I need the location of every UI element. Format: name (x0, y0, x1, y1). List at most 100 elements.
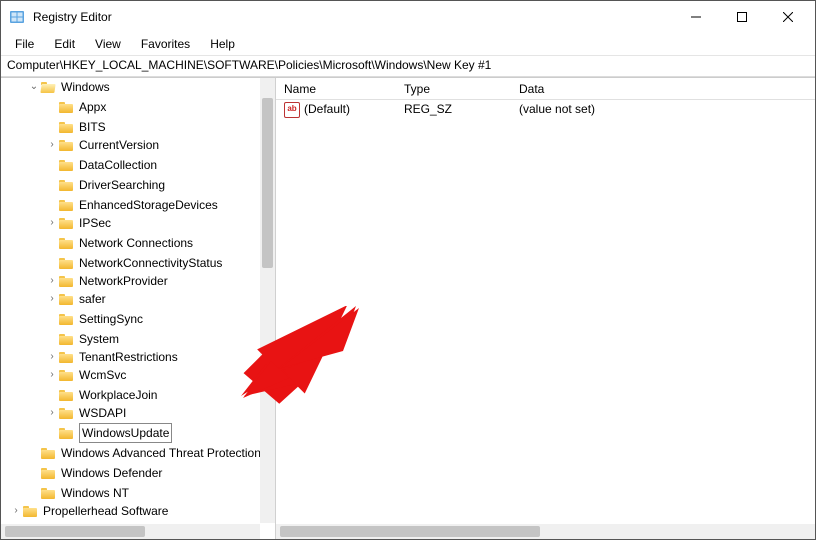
column-header-data[interactable]: Data (515, 82, 815, 96)
scrollbar-thumb[interactable] (5, 526, 145, 537)
menu-favorites[interactable]: Favorites (133, 35, 198, 53)
menu-edit[interactable]: Edit (46, 35, 83, 53)
chevron-right-icon[interactable]: › (45, 290, 59, 308)
tree-node[interactable]: Network Connections (45, 234, 193, 252)
tree-vertical-scrollbar[interactable] (260, 78, 275, 523)
close-button[interactable] (765, 1, 811, 33)
tree-label: TenantRestrictions (79, 348, 178, 366)
chevron-right-icon[interactable]: › (45, 214, 59, 232)
folder-icon (59, 332, 75, 346)
folder-icon (59, 350, 75, 364)
tree-node[interactable]: Windows Advanced Threat Protection (27, 444, 261, 462)
chevron-right-icon[interactable]: › (9, 502, 23, 520)
chevron-right-icon[interactable]: › (9, 520, 23, 523)
folder-icon (59, 158, 75, 172)
value-data: (value not set) (515, 102, 815, 116)
folder-icon (59, 178, 75, 192)
menu-file[interactable]: File (7, 35, 42, 53)
column-header-name[interactable]: Name (280, 82, 400, 96)
tree-node[interactable]: DataCollection (45, 156, 157, 174)
tree-node[interactable]: WindowsUpdate (45, 424, 172, 442)
tree-pane: ⌄ Windows Appx BITS › CurrentVersion Dat… (1, 78, 276, 539)
tree-label: EnhancedStorageDevices (79, 196, 218, 214)
list-pane: Name Type Data (Default) REG_SZ (value n… (276, 78, 815, 539)
tree-node[interactable]: BITS (45, 118, 106, 136)
tree-label: BITS (79, 118, 106, 136)
tree-label: Network Connections (79, 234, 193, 252)
tree-label: Windows Advanced Threat Protection (61, 444, 261, 462)
folder-icon (59, 256, 75, 270)
folder-icon (59, 388, 75, 402)
tree-label: System (79, 330, 119, 348)
folder-icon (59, 100, 75, 114)
tree-node[interactable]: › WSDAPI (45, 404, 126, 422)
tree-node[interactable]: EnhancedStorageDevices (45, 196, 218, 214)
tree-label: NetworkProvider (79, 272, 168, 290)
registry-tree[interactable]: ⌄ Windows Appx BITS › CurrentVersion Dat… (1, 78, 275, 523)
folder-icon (59, 274, 75, 288)
chevron-right-icon[interactable]: › (45, 348, 59, 366)
folder-icon (23, 504, 39, 518)
body: ⌄ Windows Appx BITS › CurrentVersion Dat… (1, 77, 815, 539)
tree-node[interactable]: Windows Defender (27, 464, 162, 482)
tree-node[interactable]: SettingSync (45, 310, 143, 328)
tree-node[interactable]: › Propellerhead Software (9, 502, 168, 520)
chevron-down-icon[interactable]: ⌄ (27, 78, 41, 96)
folder-icon (59, 426, 75, 440)
folder-icon (59, 406, 75, 420)
scrollbar-thumb[interactable] (262, 98, 273, 268)
list-horizontal-scrollbar[interactable] (276, 524, 815, 539)
tree-label: Propellerhead Software (43, 502, 168, 520)
registry-editor-window: Registry Editor File Edit View Favorites… (0, 0, 816, 540)
tree-label: Python (43, 520, 80, 523)
value-type: REG_SZ (400, 102, 515, 116)
tree-node[interactable]: › safer (45, 290, 106, 308)
tree-node[interactable]: DriverSearching (45, 176, 165, 194)
menu-help[interactable]: Help (202, 35, 243, 53)
folder-icon (41, 80, 57, 94)
list-header: Name Type Data (276, 78, 815, 100)
folder-icon (59, 120, 75, 134)
tree-node[interactable]: › WcmSvc (45, 366, 126, 384)
tree-node[interactable]: System (45, 330, 119, 348)
window-controls (673, 1, 811, 33)
chevron-right-icon[interactable]: › (45, 366, 59, 384)
tree-horizontal-scrollbar[interactable] (1, 524, 260, 539)
titlebar[interactable]: Registry Editor (1, 1, 815, 33)
column-header-type[interactable]: Type (400, 82, 515, 96)
folder-icon (23, 522, 39, 523)
address-bar[interactable]: Computer\HKEY_LOCAL_MACHINE\SOFTWARE\Pol… (1, 55, 815, 77)
chevron-right-icon[interactable]: › (45, 136, 59, 154)
chevron-right-icon[interactable]: › (45, 272, 59, 290)
menubar: File Edit View Favorites Help (1, 33, 815, 55)
tree-label: DriverSearching (79, 176, 165, 194)
folder-icon (41, 446, 57, 460)
tree-node[interactable]: Appx (45, 98, 106, 116)
tree-rename-input[interactable]: WindowsUpdate (79, 423, 172, 443)
menu-view[interactable]: View (87, 35, 129, 53)
tree-node[interactable]: › CurrentVersion (45, 136, 159, 154)
maximize-button[interactable] (719, 1, 765, 33)
minimize-button[interactable] (673, 1, 719, 33)
tree-node[interactable]: › Python (9, 520, 80, 523)
tree-label: WorkplaceJoin (79, 386, 157, 404)
tree-node[interactable]: WorkplaceJoin (45, 386, 157, 404)
chevron-right-icon[interactable]: › (45, 404, 59, 422)
folder-icon (41, 486, 57, 500)
tree-label: CurrentVersion (79, 136, 159, 154)
tree-label: safer (79, 290, 106, 308)
list-body[interactable]: (Default) REG_SZ (value not set) (276, 100, 815, 539)
window-title: Registry Editor (33, 10, 112, 24)
tree-node[interactable]: Windows NT (27, 484, 129, 502)
tree-label: Windows NT (61, 484, 129, 502)
tree-node[interactable]: › IPSec (45, 214, 111, 232)
list-row[interactable]: (Default) REG_SZ (value not set) (276, 100, 815, 118)
tree-label: Windows (61, 78, 110, 96)
folder-icon (59, 312, 75, 326)
tree-node[interactable]: NetworkConnectivityStatus (45, 254, 222, 272)
tree-label: Appx (79, 98, 106, 116)
tree-node[interactable]: › TenantRestrictions (45, 348, 178, 366)
scrollbar-thumb[interactable] (280, 526, 540, 537)
tree-node[interactable]: › NetworkProvider (45, 272, 168, 290)
tree-node-windows[interactable]: ⌄ Windows (27, 78, 110, 96)
